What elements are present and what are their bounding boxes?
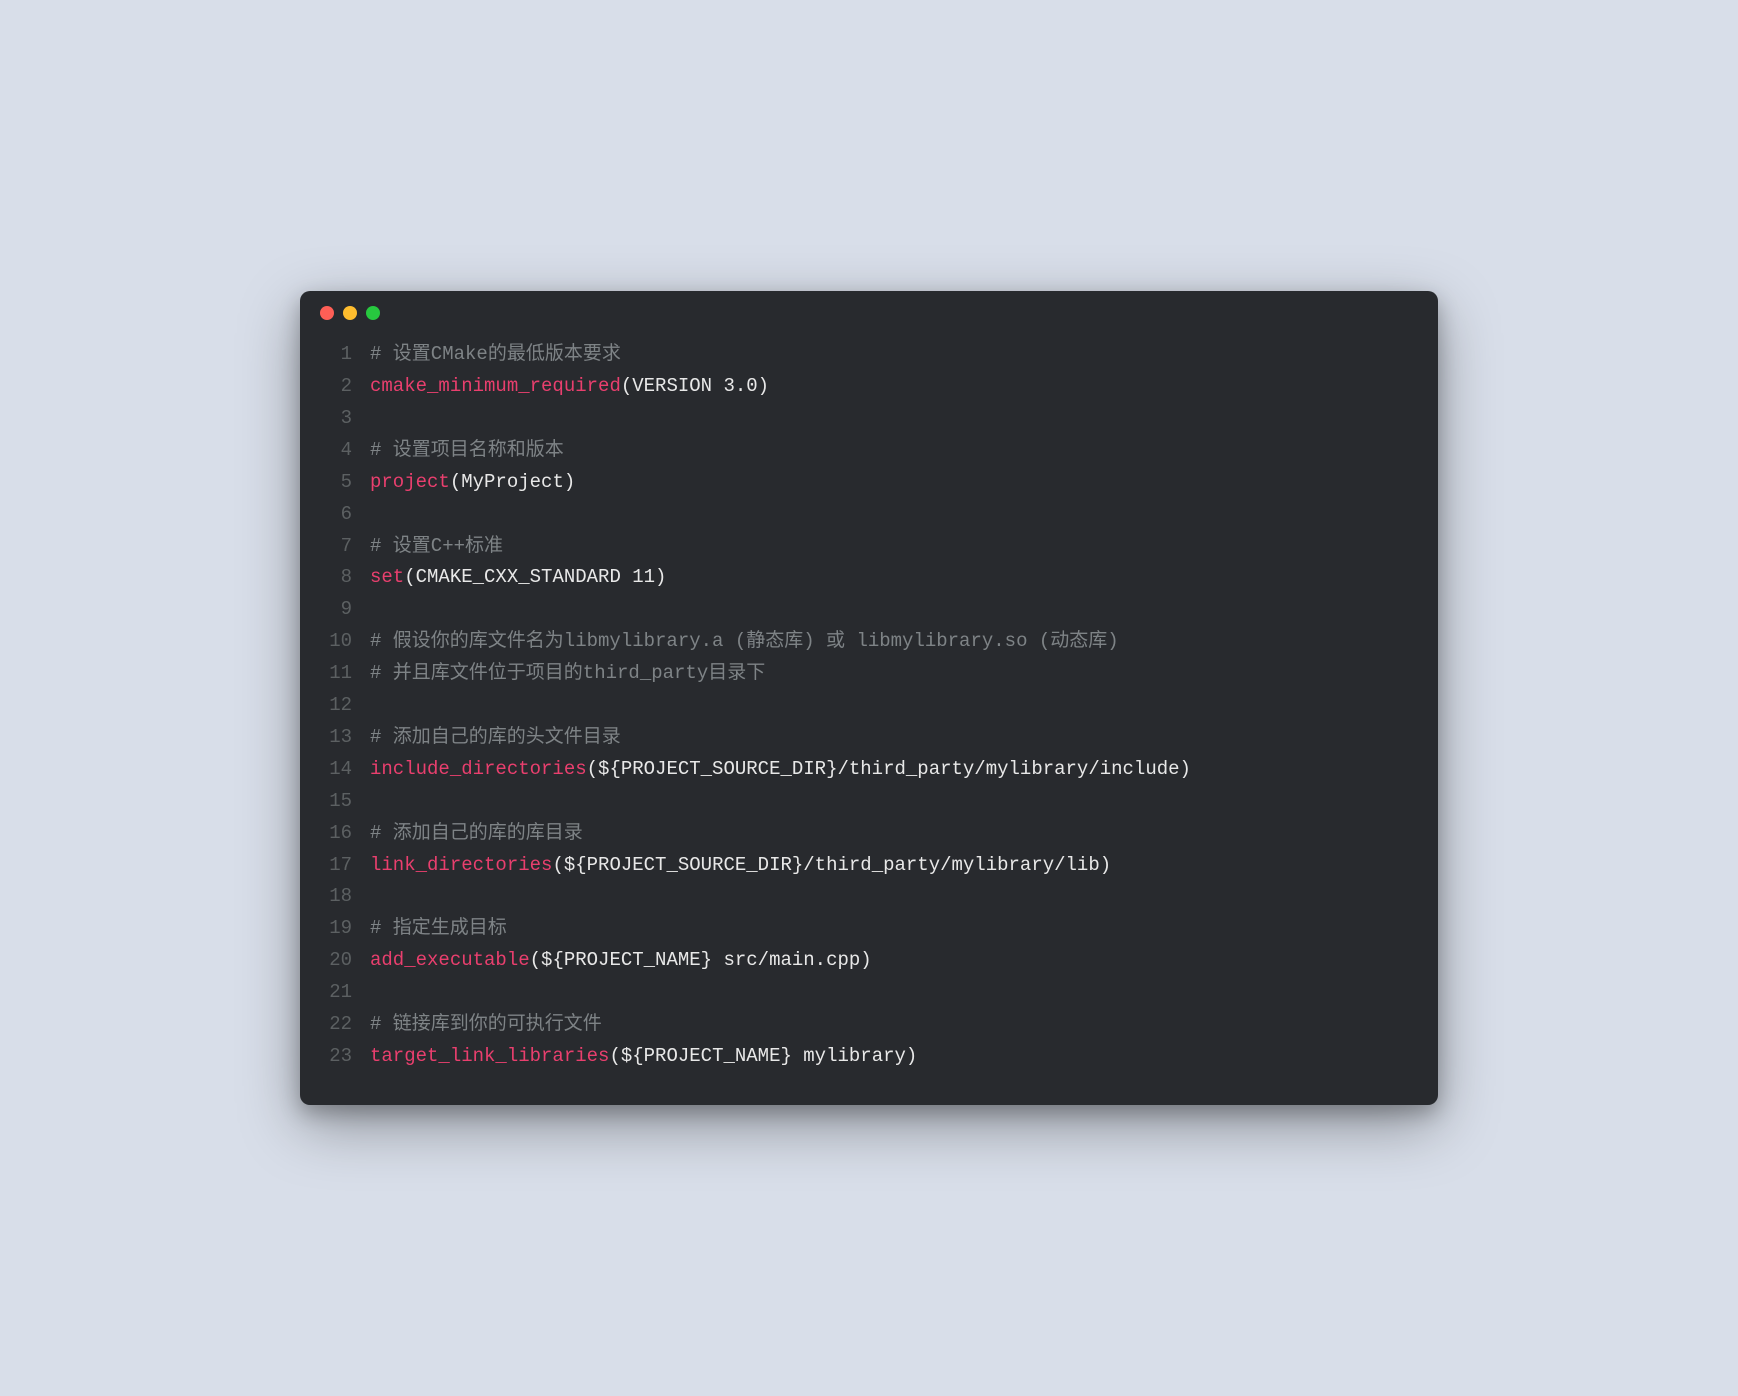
code-token: (MyProject) <box>450 471 575 493</box>
window-titlebar <box>300 291 1438 335</box>
minimize-icon[interactable] <box>343 306 357 320</box>
code-token: link_directories <box>370 854 552 876</box>
code-line: 15 <box>320 786 1418 818</box>
line-content: # 设置CMake的最低版本要求 <box>370 339 1418 371</box>
code-token: (VERSION 3.0) <box>621 375 769 397</box>
code-line: 2 cmake_minimum_required(VERSION 3.0) <box>320 371 1418 403</box>
code-token: # 设置项目名称和版本 <box>370 439 564 461</box>
code-token: # 链接库到你的可执行文件 <box>370 1013 602 1035</box>
line-content <box>370 403 1418 435</box>
code-token: # 设置C++标准 <box>370 535 503 557</box>
line-number: 15 <box>320 786 352 818</box>
code-line: 13 # 添加自己的库的头文件目录 <box>320 722 1418 754</box>
code-token: # 并且库文件位于项目的third_party目录下 <box>370 662 765 684</box>
line-content: add_executable(${PROJECT_NAME} src/main.… <box>370 945 1418 977</box>
maximize-icon[interactable] <box>366 306 380 320</box>
line-number: 23 <box>320 1041 352 1073</box>
line-number: 7 <box>320 531 352 563</box>
code-line: 4 # 设置项目名称和版本 <box>320 435 1418 467</box>
line-number: 5 <box>320 467 352 499</box>
code-line: 22 # 链接库到你的可执行文件 <box>320 1009 1418 1041</box>
line-content: # 并且库文件位于项目的third_party目录下 <box>370 658 1418 690</box>
line-number: 9 <box>320 594 352 626</box>
code-token: cmake_minimum_required <box>370 375 621 397</box>
line-content: # 链接库到你的可执行文件 <box>370 1009 1418 1041</box>
code-token: project <box>370 471 450 493</box>
line-content <box>370 977 1418 1009</box>
line-number: 19 <box>320 913 352 945</box>
code-line: 6 <box>320 499 1418 531</box>
code-token: # 添加自己的库的头文件目录 <box>370 726 621 748</box>
code-area[interactable]: 1 # 设置CMake的最低版本要求 2 cmake_minimum_required… <box>300 335 1438 1081</box>
line-number: 17 <box>320 850 352 882</box>
line-content <box>370 499 1418 531</box>
line-content: cmake_minimum_required(VERSION 3.0) <box>370 371 1418 403</box>
code-line: 11 # 并且库文件位于项目的third_party目录下 <box>320 658 1418 690</box>
line-content <box>370 594 1418 626</box>
line-content: # 假设你的库文件名为libmylibrary.a (静态库) 或 libmyl… <box>370 626 1418 658</box>
line-number: 22 <box>320 1009 352 1041</box>
line-number: 3 <box>320 403 352 435</box>
line-content: # 添加自己的库的库目录 <box>370 818 1418 850</box>
line-content: # 设置项目名称和版本 <box>370 435 1418 467</box>
code-line: 19 # 指定生成目标 <box>320 913 1418 945</box>
line-number: 12 <box>320 690 352 722</box>
line-number: 14 <box>320 754 352 786</box>
code-line: 9 <box>320 594 1418 626</box>
code-line: 20 add_executable(${PROJECT_NAME} src/mai… <box>320 945 1418 977</box>
line-content: # 添加自己的库的头文件目录 <box>370 722 1418 754</box>
code-token: (${PROJECT_SOURCE_DIR}/third_party/mylib… <box>552 854 1111 876</box>
code-line: 7 # 设置C++标准 <box>320 531 1418 563</box>
code-token: (${PROJECT_NAME} mylibrary) <box>609 1045 917 1067</box>
code-token: include_directories <box>370 758 587 780</box>
line-content: project(MyProject) <box>370 467 1418 499</box>
code-line: 5 project(MyProject) <box>320 467 1418 499</box>
code-token: # 指定生成目标 <box>370 917 507 939</box>
code-line: 8 set(CMAKE_CXX_STANDARD 11) <box>320 562 1418 594</box>
code-token: (${PROJECT_NAME} src/main.cpp) <box>530 949 872 971</box>
code-line: 12 <box>320 690 1418 722</box>
line-number: 21 <box>320 977 352 1009</box>
terminal-window: 1 # 设置CMake的最低版本要求 2 cmake_minimum_required… <box>300 291 1438 1105</box>
line-content: target_link_libraries(${PROJECT_NAME} my… <box>370 1041 1418 1073</box>
line-content: # 指定生成目标 <box>370 913 1418 945</box>
code-token: # 设置CMake的最低版本要求 <box>370 343 621 365</box>
code-token: target_link_libraries <box>370 1045 609 1067</box>
code-line: 23 target_link_libraries(${PROJECT_NAME} … <box>320 1041 1418 1073</box>
line-content: include_directories(${PROJECT_SOURCE_DIR… <box>370 754 1418 786</box>
code-line: 14 include_directories(${PROJECT_SOURCE_D… <box>320 754 1418 786</box>
line-number: 16 <box>320 818 352 850</box>
line-number: 10 <box>320 626 352 658</box>
code-line: 18 <box>320 881 1418 913</box>
line-number: 6 <box>320 499 352 531</box>
code-token: # 添加自己的库的库目录 <box>370 822 583 844</box>
code-token: add_executable <box>370 949 530 971</box>
line-number: 1 <box>320 339 352 371</box>
line-content: set(CMAKE_CXX_STANDARD 11) <box>370 562 1418 594</box>
code-token: set <box>370 566 404 588</box>
line-number: 11 <box>320 658 352 690</box>
line-content <box>370 786 1418 818</box>
line-number: 2 <box>320 371 352 403</box>
line-number: 13 <box>320 722 352 754</box>
code-line: 1 # 设置CMake的最低版本要求 <box>320 339 1418 371</box>
line-number: 4 <box>320 435 352 467</box>
code-token: (${PROJECT_SOURCE_DIR}/third_party/mylib… <box>587 758 1191 780</box>
line-number: 20 <box>320 945 352 977</box>
line-number: 8 <box>320 562 352 594</box>
code-token: (CMAKE_CXX_STANDARD 11) <box>404 566 666 588</box>
code-line: 10 # 假设你的库文件名为libmylibrary.a (静态库) 或 libm… <box>320 626 1418 658</box>
line-content: link_directories(${PROJECT_SOURCE_DIR}/t… <box>370 850 1418 882</box>
code-line: 17 link_directories(${PROJECT_SOURCE_DIR}… <box>320 850 1418 882</box>
code-line: 21 <box>320 977 1418 1009</box>
line-content <box>370 690 1418 722</box>
code-token: # 假设你的库文件名为libmylibrary.a (静态库) 或 libmyl… <box>370 630 1119 652</box>
line-content <box>370 881 1418 913</box>
line-content: # 设置C++标准 <box>370 531 1418 563</box>
code-line: 16 # 添加自己的库的库目录 <box>320 818 1418 850</box>
line-number: 18 <box>320 881 352 913</box>
code-line: 3 <box>320 403 1418 435</box>
close-icon[interactable] <box>320 306 334 320</box>
